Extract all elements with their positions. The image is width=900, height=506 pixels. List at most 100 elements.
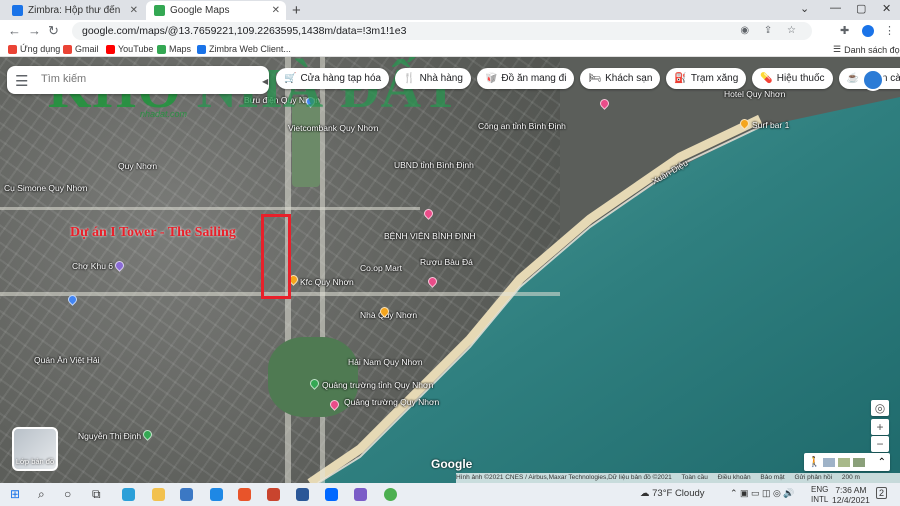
powerpoint-icon[interactable]	[267, 488, 280, 501]
reading-list[interactable]: ☰ Danh sách đọc	[833, 44, 900, 55]
new-tab-button[interactable]: +	[292, 2, 301, 19]
google-logo: Google	[431, 457, 473, 471]
chip-label: Cửa hàng tạp hóa	[300, 73, 382, 84]
place-label[interactable]: Quán Ăn Việt Hải	[34, 355, 100, 365]
bookmark-label: YouTube	[118, 44, 154, 54]
place-label[interactable]: Chợ Khu 6	[72, 261, 113, 271]
bookmark-zimbra[interactable]: Zimbra Web Client...	[197, 44, 291, 54]
bed-icon: 🛏	[588, 73, 602, 84]
extension-icon[interactable]: ✚	[840, 24, 849, 37]
viber-icon[interactable]	[354, 488, 367, 501]
task-view-icon[interactable]: ⧉	[92, 487, 101, 502]
expand-icon[interactable]: ⌃	[878, 457, 886, 468]
place-label[interactable]: Cụ Simone Quy Nhơn	[4, 183, 88, 193]
search-placeholder: Tìm kiếm	[41, 73, 87, 85]
chip-takeaway[interactable]: 🥡 Đồ ăn mang đi	[476, 68, 575, 89]
zalo-icon[interactable]	[325, 488, 338, 501]
place-label[interactable]: Quy Nhơn	[118, 161, 157, 171]
place-label[interactable]: UBND tỉnh Bình Định	[394, 160, 474, 170]
map-canvas[interactable]: Vietcombank Quy Nhơn Quy Nhơn Cụ Simone …	[0, 57, 900, 483]
search-icon[interactable]: ⌕	[38, 487, 45, 502]
address-bar[interactable]: google.com/maps/@13.7659221,109.2263595,…	[72, 22, 812, 40]
office-icon[interactable]	[238, 488, 251, 501]
chrome-icon[interactable]	[384, 488, 397, 501]
menu-icon[interactable]: ☰	[15, 72, 28, 90]
scale-label: 200 m	[841, 474, 860, 481]
tab-label: Google Maps	[170, 5, 230, 16]
lang-text: INTL	[811, 495, 829, 504]
bookmark-maps[interactable]: Maps	[157, 44, 191, 54]
place-label[interactable]: Surf bar 1	[752, 120, 789, 130]
clock[interactable]: 7:36 AM 12/4/2021	[832, 485, 870, 505]
weather-widget[interactable]: ☁ 73°F Cloudy	[640, 488, 705, 499]
attribution-link[interactable]: Toàn cầu	[682, 474, 708, 481]
chip-label: Hiệu thuốc	[776, 73, 825, 84]
chip-gas[interactable]: ⛽ Trạm xăng	[666, 68, 747, 89]
profile-icon[interactable]	[862, 25, 874, 37]
category-chips: 🛒 Cửa hàng tạp hóa 🍴 Nhà hàng 🥡 Đồ ăn mang …	[276, 68, 900, 89]
place-label[interactable]: BỆNH VIỆN BÌNH ĐỊNH	[384, 231, 476, 241]
youtube-icon	[106, 44, 115, 54]
bookmark-gmail[interactable]: Gmail	[63, 44, 99, 54]
place-label[interactable]: Co.op Mart	[360, 263, 402, 273]
watermark-sub: nhadat.com	[140, 109, 188, 119]
collapse-arrow-icon[interactable]: ◀	[262, 77, 268, 86]
bookmark-youtube[interactable]: YouTube	[106, 44, 153, 54]
place-label[interactable]: Quảng trường Quy Nhơn	[344, 397, 439, 407]
bookmark-label: Zimbra Web Client...	[209, 44, 291, 54]
my-location-icon[interactable]: ◎	[871, 400, 889, 416]
bookmarks-bar: Ứng dụng Gmail YouTube Maps Zimbra Web C…	[0, 42, 900, 57]
place-label[interactable]: Quảng trường tỉnh Quy Nhơn	[322, 380, 433, 390]
imagery-thumb[interactable]	[823, 457, 836, 467]
search-box[interactable]: ☰ Tìm kiếm	[7, 66, 269, 94]
pegman-icon[interactable]: 🚶	[808, 457, 820, 468]
place-label[interactable]: Vietcombank Quy Nhơn	[288, 123, 378, 133]
attribution-link[interactable]: Gửi phản hồi	[794, 474, 832, 481]
tray-icons[interactable]: ⌃ ▣ ▭ ◫ ◎ 🔊	[730, 488, 795, 499]
chip-grocery[interactable]: 🛒 Cửa hàng tạp hóa	[276, 68, 390, 89]
imagery-thumb[interactable]	[853, 457, 866, 467]
app-icon[interactable]	[210, 488, 223, 501]
place-label[interactable]: Hotel Quy Nhơn	[724, 89, 785, 99]
maximize-icon[interactable]: ▢	[856, 2, 866, 15]
reading-list-label: Danh sách đọc	[844, 44, 900, 55]
tab-zimbra[interactable]: Zimbra: Hộp thư đến ✕	[4, 1, 144, 20]
bookmark-apps[interactable]: Ứng dụng	[8, 44, 60, 54]
reload-icon[interactable]: ↻	[48, 23, 59, 39]
minimize-icon[interactable]: —	[830, 2, 841, 14]
close-icon[interactable]: ✕	[272, 5, 280, 16]
tab-google-maps[interactable]: Google Maps ✕	[146, 1, 286, 20]
tab-search-icon[interactable]: ⌄	[800, 2, 809, 15]
attribution-link[interactable]: Bảo mật	[760, 474, 784, 481]
mail-icon[interactable]	[180, 488, 193, 501]
back-icon[interactable]: ←	[8, 23, 21, 38]
window-close-icon[interactable]: ✕	[882, 2, 891, 15]
layer-switcher[interactable]: Lớp bản đồ	[12, 427, 58, 471]
place-label[interactable]: Công an tỉnh Bình Định	[478, 121, 566, 131]
attribution-link[interactable]: Điều khoản	[718, 474, 751, 481]
place-label[interactable]: Hải Nam Quy Nhơn	[348, 357, 423, 367]
language-indicator[interactable]: ENG INTL	[811, 485, 828, 505]
file-explorer-icon[interactable]	[152, 488, 165, 501]
place-label[interactable]: Nguyễn Thị Định	[78, 431, 141, 441]
imagery-thumb[interactable]	[838, 457, 851, 467]
notification-icon[interactable]: 2	[876, 487, 888, 499]
place-label[interactable]: Kfc Quy Nhơn	[300, 277, 354, 287]
edge-icon[interactable]	[122, 488, 135, 501]
menu-icon[interactable]: ⋮	[884, 24, 895, 37]
cortana-icon[interactable]: ○	[64, 487, 71, 501]
time-text: 7:36 AM	[835, 485, 867, 495]
avatar[interactable]	[862, 69, 884, 91]
chip-hotel[interactable]: 🛏 Khách sạn	[580, 68, 661, 89]
zoom-in-button[interactable]: +	[871, 419, 889, 435]
forward-icon[interactable]: →	[28, 23, 41, 38]
windows-start-icon[interactable]: ⊞	[10, 487, 20, 501]
chip-pharmacy[interactable]: 💊 Hiệu thuốc	[752, 68, 833, 89]
maps-favicon-icon	[154, 5, 165, 16]
chip-restaurant[interactable]: 🍴 Nhà hàng	[395, 68, 471, 89]
apps-icon	[8, 44, 17, 54]
close-icon[interactable]: ✕	[130, 5, 138, 16]
place-label[interactable]: Rượu Bàu Đá	[420, 257, 473, 267]
word-icon[interactable]	[296, 488, 309, 501]
zoom-out-button[interactable]: −	[871, 436, 889, 452]
